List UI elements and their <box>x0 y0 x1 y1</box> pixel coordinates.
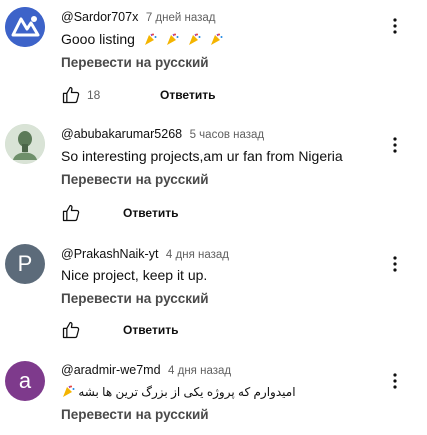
more-options-button[interactable] <box>385 135 405 155</box>
thumbs-up-icon[interactable] <box>61 85 81 105</box>
translate-link[interactable]: Перевести на русский <box>61 407 209 423</box>
like-count: 18 <box>87 88 101 102</box>
comment-text-content: امیدوارم که پروژه یکی از بزرگ ترین ها بش… <box>78 385 296 399</box>
avatar[interactable] <box>5 124 45 164</box>
comment-time[interactable]: 4 дня назад <box>166 249 229 261</box>
author-handle[interactable]: @aradmir-we7md <box>61 363 161 377</box>
avatar[interactable]: P <box>5 244 45 284</box>
more-options-button[interactable] <box>385 16 405 36</box>
comment-actions: Ответить <box>61 203 261 223</box>
more-vert-icon <box>393 373 397 389</box>
comment-header: @Sardor707x 7 дней назад <box>61 10 215 25</box>
comment-actions: 18 Ответить <box>61 85 261 105</box>
comment-text-content: Gooo listing <box>61 31 135 47</box>
avatar-letter: P <box>17 251 33 276</box>
thumbs-up-icon[interactable] <box>61 320 81 340</box>
avatar-photo-icon <box>5 124 45 164</box>
party-popper-icon <box>188 33 201 45</box>
comment-time[interactable]: 5 часов назад <box>190 129 265 141</box>
translate-link[interactable]: Перевести на русский <box>61 55 209 71</box>
comment-header: @aradmir-we7md 4 дня назад <box>61 363 231 378</box>
avatar[interactable] <box>5 7 45 47</box>
author-handle[interactable]: @PrakashNaik-yt <box>61 247 158 261</box>
translate-link[interactable]: Перевести на русский <box>61 291 209 307</box>
more-vert-icon <box>393 256 397 272</box>
comment-actions: Ответить <box>61 320 261 340</box>
author-handle[interactable]: @Sardor707x <box>61 10 138 24</box>
comment-time[interactable]: 7 дней назад <box>146 12 216 24</box>
party-popper-icon <box>63 385 75 397</box>
comment-header: @abubakarumar5268 5 часов назад <box>61 127 264 142</box>
comment-header: @PrakashNaik-yt 4 дня назад <box>61 247 229 262</box>
avatar[interactable]: a <box>5 361 45 401</box>
comment-time[interactable]: 4 дня назад <box>168 365 231 377</box>
party-popper-icon <box>166 33 179 45</box>
comment-text: Gooo listing <box>61 30 223 48</box>
reply-button[interactable]: Ответить <box>123 206 178 220</box>
thumbs-up-icon[interactable] <box>61 203 81 223</box>
more-vert-icon <box>393 18 397 34</box>
translate-link[interactable]: Перевести на русский <box>61 172 209 188</box>
more-options-button[interactable] <box>385 371 405 391</box>
comment-text: Nice project, keep it up. <box>61 267 208 283</box>
comment-text: So interesting projects,am ur fan from N… <box>61 148 343 164</box>
more-options-button[interactable] <box>385 254 405 274</box>
party-popper-icon <box>144 33 157 45</box>
author-handle[interactable]: @abubakarumar5268 <box>61 127 182 141</box>
reply-button[interactable]: Ответить <box>123 323 178 337</box>
more-vert-icon <box>393 137 397 153</box>
reply-button[interactable]: Ответить <box>160 88 215 102</box>
party-popper-icon <box>210 33 222 45</box>
comment-text: امیدوارم که پروژه یکی از بزرگ ترین ها بش… <box>61 383 296 401</box>
avatar-letter: a <box>18 368 32 393</box>
avatar-logo-icon <box>5 7 45 47</box>
